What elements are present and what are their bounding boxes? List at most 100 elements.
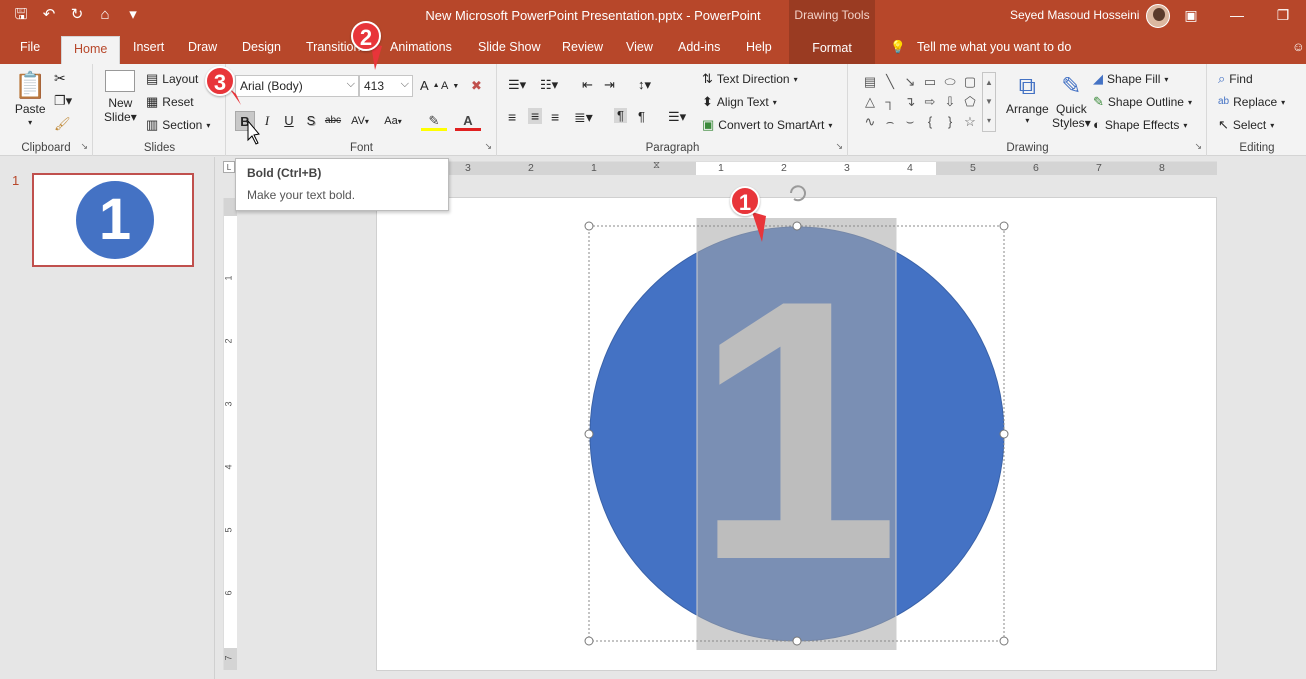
tell-me-search[interactable]: 💡 Tell me what you want to do [890, 40, 1071, 55]
bold-button[interactable]: B [235, 111, 255, 131]
star-shape-icon[interactable]: ☆ [960, 112, 980, 132]
curve-shape-icon[interactable]: ∿ [860, 112, 880, 132]
replace-button[interactable]: ab Replace ▾ [1218, 94, 1285, 110]
dialog-launcher-icon[interactable]: ↘ [80, 141, 88, 152]
slide-thumbnail[interactable]: 1 [32, 173, 194, 267]
format-painter-icon[interactable]: 🖌 [54, 116, 71, 132]
tab-review[interactable]: Review [562, 40, 603, 54]
tab-help[interactable]: Help [746, 40, 772, 54]
underline-button[interactable]: U [279, 111, 299, 131]
customize-icon[interactable]: ▾ [122, 4, 144, 26]
tab-addins[interactable]: Add-ins [678, 40, 720, 54]
bullets-icon[interactable]: ☰▾ [508, 77, 526, 93]
tab-draw[interactable]: Draw [188, 40, 217, 54]
elbow-connector-shape-icon[interactable]: ┐ [880, 92, 900, 112]
rectangle-shape-icon[interactable]: ▭ [920, 72, 940, 92]
font-name-combo[interactable]: Arial (Body) ⌵ [235, 75, 359, 97]
section-button[interactable]: ▥ Section ▾ [146, 117, 210, 133]
tab-format[interactable]: Format [789, 41, 875, 55]
share-icon[interactable]: ☺ [1292, 40, 1305, 54]
start-from-beginning-icon[interactable]: ⌂ [94, 4, 116, 26]
down-arrow-shape-icon[interactable]: ⇩ [940, 92, 960, 112]
grow-font-button[interactable]: A ▲ [420, 78, 440, 93]
layout-button[interactable]: ▤ Layout [146, 71, 198, 87]
dialog-launcher-icon[interactable]: ↘ [835, 141, 843, 152]
arrange-button[interactable]: ⧉ Arrange ▾ [1006, 72, 1049, 125]
clear-formatting-icon[interactable]: ✖ [471, 78, 482, 94]
redo-icon[interactable]: ↻ [66, 4, 88, 26]
elbow-arrow-shape-icon[interactable]: ↴ [900, 92, 920, 112]
align-left-icon[interactable]: ≡ [508, 109, 516, 125]
numbering-icon[interactable]: ☷▾ [540, 77, 558, 93]
undo-icon[interactable]: ↶ [38, 4, 60, 26]
find-button[interactable]: ⌕ Find [1218, 71, 1253, 87]
tab-selector-icon[interactable]: L [223, 161, 235, 173]
line-shape-icon[interactable]: ╲ [880, 72, 900, 92]
increase-indent-icon[interactable]: ⇥ [604, 77, 615, 93]
font-color-icon[interactable]: A [455, 111, 481, 131]
shape-fill-button[interactable]: ◢ Shape Fill ▾ [1093, 71, 1168, 87]
arrow-line-shape-icon[interactable]: ↘ [900, 72, 920, 92]
curve-connector-shape-icon[interactable]: ⌣ [900, 112, 920, 132]
indent-marker-icon[interactable]: ⧖ [653, 160, 660, 171]
italic-button[interactable]: I [257, 111, 277, 131]
pentagon-shape-icon[interactable]: ⬠ [960, 92, 980, 112]
find-label: Find [1229, 72, 1253, 86]
arc-shape-icon[interactable]: ⌢ [880, 112, 900, 132]
reset-button[interactable]: ▦ Reset [146, 94, 194, 110]
avatar[interactable] [1146, 4, 1170, 28]
align-center-icon[interactable]: ≡ [528, 108, 543, 124]
tab-view[interactable]: View [626, 40, 653, 54]
shape-outline-button[interactable]: ✎ Shape Outline ▾ [1093, 94, 1192, 110]
slide-canvas[interactable] [376, 197, 1217, 671]
ribbon-display-icon[interactable]: ▣ [1168, 0, 1214, 32]
shapes-gallery-scroll[interactable]: ▲ ▼ ▾ [982, 72, 996, 132]
minimize-icon[interactable]: — [1214, 0, 1260, 32]
textbox-shape-icon[interactable]: ▤ [860, 72, 880, 92]
shape-effects-button[interactable]: ◐ Shape Effects ▾ [1093, 117, 1187, 133]
font-size-combo[interactable]: 413 ⌵ [359, 75, 413, 97]
new-slide-button[interactable]: New Slide▾ [104, 70, 137, 124]
save-icon[interactable]: 🖫 [10, 4, 32, 26]
tab-design[interactable]: Design [242, 40, 281, 54]
rounded-rectangle-shape-icon[interactable]: ▢ [960, 72, 980, 92]
tab-file[interactable]: File [20, 40, 40, 54]
dialog-launcher-icon[interactable]: ↘ [484, 141, 492, 152]
cut-icon[interactable]: ✂ [54, 70, 66, 87]
align-text-button[interactable]: ⬍ Align Text ▾ [702, 94, 777, 110]
restore-icon[interactable]: ❐ [1260, 0, 1306, 32]
tab-animations[interactable]: Animations [390, 40, 452, 54]
highlight-color-icon[interactable]: ✎ [421, 111, 447, 131]
triangle-shape-icon[interactable]: △ [860, 92, 880, 112]
line-spacing-icon[interactable]: ↕▾ [638, 77, 651, 93]
strikethrough-button[interactable]: abc [323, 111, 343, 131]
tab-home[interactable]: Home [61, 36, 121, 64]
vertical-ruler[interactable]: 1 2 3 4 5 6 7 [223, 198, 237, 670]
chevron-down-icon[interactable]: ⌵ [347, 78, 355, 91]
select-button[interactable]: ↖ Select ▾ [1218, 117, 1274, 133]
copy-icon[interactable]: ❐▾ [54, 93, 72, 109]
justify-icon[interactable]: ≣▾ [574, 109, 593, 126]
align-right-icon[interactable]: ≡ [551, 109, 559, 125]
paste-button[interactable]: 📋 Paste ▾ [14, 70, 46, 127]
chevron-down-icon[interactable]: ⌵ [401, 78, 409, 91]
text-direction-button[interactable]: ⇅ Text Direction ▾ [702, 71, 798, 87]
left-to-right-icon[interactable]: ¶ [614, 108, 627, 123]
columns-icon[interactable]: ☰▾ [668, 109, 686, 125]
change-case-button[interactable]: Aa▾ [379, 111, 407, 131]
convert-smartart-button[interactable]: ▣ Convert to SmartArt ▾ [702, 117, 832, 133]
left-brace-shape-icon[interactable]: { [920, 112, 940, 132]
dialog-launcher-icon[interactable]: ↘ [1194, 141, 1202, 152]
shrink-font-button[interactable]: A ▼ [441, 80, 459, 92]
right-to-left-icon[interactable]: ¶ [638, 109, 645, 124]
tab-insert[interactable]: Insert [133, 40, 164, 54]
user-name[interactable]: Seyed Masoud Hosseini [1010, 8, 1139, 22]
right-brace-shape-icon[interactable]: } [940, 112, 960, 132]
character-spacing-button[interactable]: AV▾ [345, 111, 375, 131]
right-arrow-shape-icon[interactable]: ⇨ [920, 92, 940, 112]
decrease-indent-icon[interactable]: ⇤ [582, 77, 593, 93]
shadow-button[interactable]: S [301, 111, 321, 131]
quick-styles-button[interactable]: ✎ Quick Styles▾ [1052, 72, 1091, 130]
tab-slide-show[interactable]: Slide Show [478, 40, 541, 54]
oval-shape-icon[interactable]: ⬭ [940, 72, 960, 92]
